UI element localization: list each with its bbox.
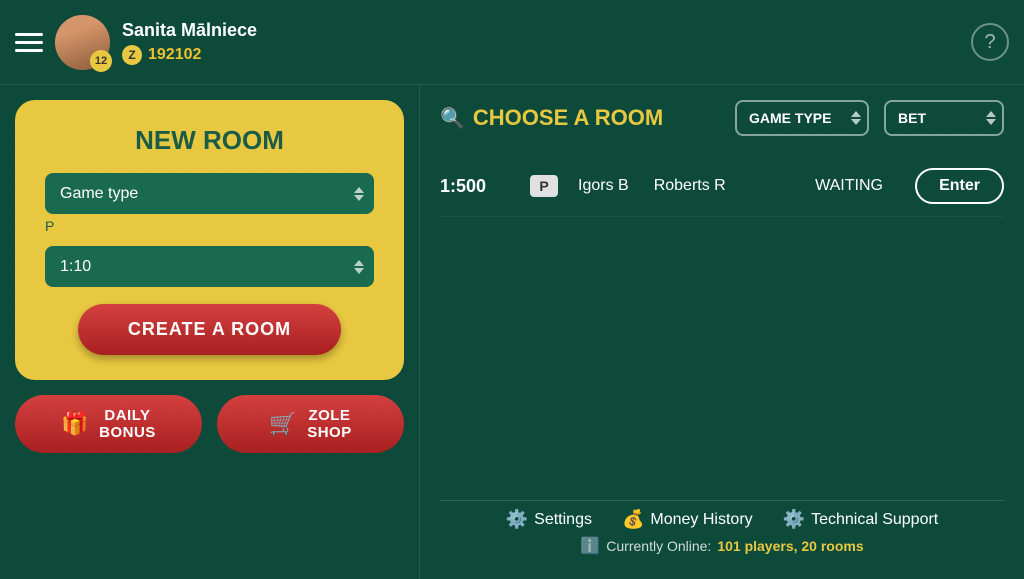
user-coins: Z 192102 [122,45,961,65]
money-history-label: Money History [650,511,752,529]
choose-room-label: CHOOSE A ROOM [473,105,663,131]
game-type-wrapper: Game type Zole Small Zole [45,173,374,214]
game-type-filter-wrapper: GAME TYPE Zole Small Zole [735,100,869,136]
online-count: 101 players, 20 rooms [717,538,863,554]
header: 12 Sanita Mālniece Z 192102 ? [0,0,1024,85]
money-history-link[interactable]: 💰 Money History [622,509,753,530]
create-room-button[interactable]: CREATE A ROOM [78,304,341,355]
room-players: Igors B Roberts R [578,177,795,195]
coins-amount: 192102 [148,46,201,64]
zole-shop-button[interactable]: 🛒 ZOLESHOP [217,395,404,453]
coin-icon: Z [122,45,142,65]
table-row: 1:500 P Igors B Roberts R WAITING Enter [440,156,1004,217]
cart-icon: 🛒 [269,411,297,437]
hamburger-menu[interactable] [15,33,43,52]
bet-filter-wrapper: BET 1:10 1:50 1:100 1:500 [884,100,1004,136]
daily-bonus-button[interactable]: 🎁 DAILYBONUS [15,395,202,453]
avatar-container: 12 [55,15,110,70]
badge: 12 [90,50,112,72]
new-room-card: NEW ROOM Game type Zole Small Zole P 1:1… [15,100,404,380]
technical-support-label: Technical Support [811,511,938,529]
game-type-filter[interactable]: GAME TYPE Zole Small Zole [735,100,869,136]
user-name: Sanita Mālniece [122,20,961,41]
room-header: 🔍 CHOOSE A ROOM GAME TYPE Zole Small Zol… [440,100,1004,136]
p-label: P [45,218,54,234]
bottom-buttons: 🎁 DAILYBONUS 🛒 ZOLESHOP [15,395,404,453]
player1-name: Igors B [578,177,629,195]
settings-link[interactable]: ⚙️ Settings [506,509,592,530]
settings-label: Settings [534,511,592,529]
enter-button[interactable]: Enter [915,168,1004,204]
info-icon: ℹ️ [580,536,600,556]
player2-name: Roberts R [654,177,726,195]
help-button[interactable]: ? [971,23,1009,61]
bet-wrapper: 1:10 1:50 1:100 1:500 [45,246,374,287]
bet-filter[interactable]: BET 1:10 1:50 1:100 1:500 [884,100,1004,136]
gift-icon: 🎁 [61,411,89,437]
online-status: ℹ️ Currently Online: 101 players, 20 roo… [580,536,863,556]
technical-support-link[interactable]: ⚙️ Technical Support [783,509,939,530]
money-history-icon: 💰 [622,509,644,530]
online-text: Currently Online: [606,538,711,554]
settings-icon: ⚙️ [506,509,528,530]
main-content: NEW ROOM Game type Zole Small Zole P 1:1… [0,85,1024,579]
game-type-select[interactable]: Game type Zole Small Zole [45,173,374,214]
room-status: WAITING [815,177,895,195]
support-icon: ⚙️ [783,509,805,530]
user-info: Sanita Mālniece Z 192102 [122,20,961,65]
choose-room-title: 🔍 CHOOSE A ROOM [440,105,720,131]
room-list: 1:500 P Igors B Roberts R WAITING Enter [440,156,1004,500]
room-type-badge: P [530,175,558,197]
zole-shop-label: ZOLESHOP [307,407,352,441]
new-room-title: NEW ROOM [135,125,284,156]
room-bet: 1:500 [440,176,510,197]
footer: ⚙️ Settings 💰 Money History ⚙️ Technical… [440,500,1004,564]
daily-bonus-label: DAILYBONUS [99,407,156,441]
bet-select[interactable]: 1:10 1:50 1:100 1:500 [45,246,374,287]
right-panel: 🔍 CHOOSE A ROOM GAME TYPE Zole Small Zol… [420,85,1024,579]
search-icon: 🔍 [440,106,465,131]
left-panel: NEW ROOM Game type Zole Small Zole P 1:1… [0,85,420,579]
footer-links: ⚙️ Settings 💰 Money History ⚙️ Technical… [506,509,939,530]
